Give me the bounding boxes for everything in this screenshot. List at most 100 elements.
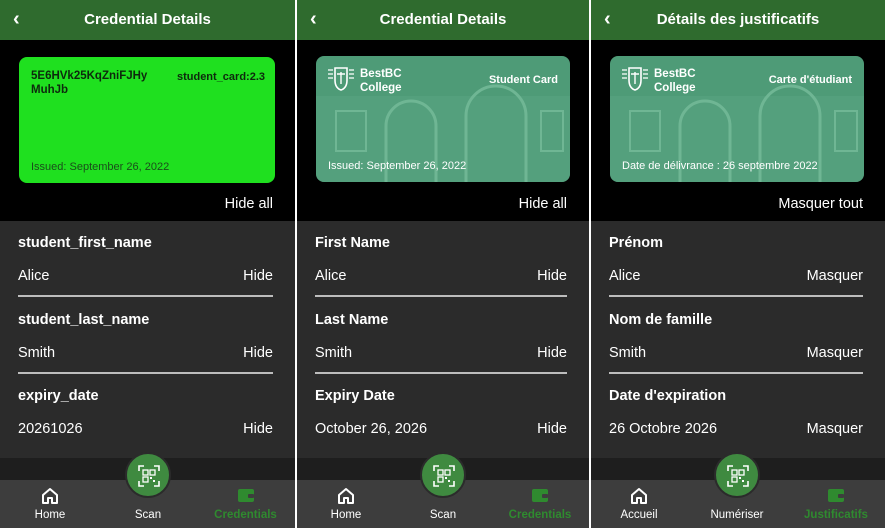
attribute-list: Prénom Alice Masquer Nom de famille Smit… [591, 221, 885, 458]
attribute-value: Alice [315, 268, 347, 284]
college-name: BestBC College [654, 67, 696, 95]
screen-credential-details: ‹ Credential Details BestBC College Stude… [297, 0, 589, 528]
hide-attribute-button[interactable]: Hide [243, 268, 273, 284]
wallet-icon [237, 489, 254, 502]
attribute-name: expiry_date [18, 388, 99, 404]
divider [609, 295, 863, 297]
nav-credentials-label: Credentials [214, 509, 277, 521]
attribute-row: Date d'expiration 26 Octobre 2026 Masque… [591, 374, 885, 452]
scan-qr-button[interactable] [714, 452, 760, 498]
attribute-row: student_first_name Alice Hide [0, 221, 295, 299]
hide-attribute-button[interactable]: Hide [243, 345, 273, 361]
nav-scan-label: Scan [134, 509, 162, 521]
credential-id: 5E6HVk25KqZniFJHyMuhJb [31, 70, 148, 96]
nav-credentials-label: Credentials [508, 509, 572, 521]
hide-all-button[interactable]: Masquer tout [778, 196, 863, 212]
attribute-name: Nom de famille [609, 312, 713, 328]
home-icon [338, 488, 354, 504]
divider [18, 295, 273, 297]
attribute-row: Prénom Alice Masquer [591, 221, 885, 299]
nav-home-label: Home [34, 509, 66, 521]
screen-credential-details-raw: ‹ Credential Details 5E6HVk25KqZniFJHyMu… [0, 0, 295, 528]
issued-date: Issued: September 26, 2022 [328, 160, 467, 172]
nav-home[interactable]: Home [0, 480, 100, 528]
nav-scan-label: Numériser [710, 509, 764, 521]
issued-date: Issued: September 26, 2022 [31, 161, 170, 173]
screen-credential-details-fr: ‹ Détails des justificatifs BestBC Colleg… [591, 0, 885, 528]
issued-date: Date de délivrance : 26 septembre 2022 [622, 160, 818, 172]
shield-book-icon [622, 67, 648, 91]
nav-home[interactable]: Home [297, 480, 395, 528]
hide-attribute-button[interactable]: Masquer [807, 345, 863, 361]
hide-all-button[interactable]: Hide all [519, 196, 567, 212]
hide-attribute-button[interactable]: Hide [243, 421, 273, 437]
hide-attribute-button[interactable]: Hide [537, 345, 567, 361]
credential-card: BestBC College Carte d'étudiant Date de d… [610, 56, 864, 182]
wallet-icon [532, 489, 548, 502]
attribute-name: Date d'expiration [609, 388, 727, 404]
nav-credentials[interactable]: Justificatifs [787, 480, 885, 528]
attribute-row: student_last_name Smith Hide [0, 298, 295, 376]
attribute-value: Alice [609, 268, 641, 284]
nav-home[interactable]: Accueil [591, 480, 687, 528]
hide-attribute-button[interactable]: Hide [537, 421, 567, 437]
nav-scan-label: Scan [429, 509, 457, 521]
attribute-row: Nom de famille Smith Masquer [591, 298, 885, 376]
credential-type: Carte d'étudiant [768, 74, 852, 86]
qr-code-icon [433, 465, 455, 487]
nav-credentials-label: Justificatifs [804, 509, 868, 521]
hide-attribute-button[interactable]: Masquer [807, 268, 863, 284]
attribute-value: Smith [609, 345, 647, 361]
credential-type: student_card:2.3 [176, 71, 265, 83]
attribute-row: First Name Alice Hide [297, 221, 589, 299]
attribute-row: Expiry Date October 26, 2026 Hide [297, 374, 589, 452]
home-icon [42, 488, 58, 504]
qr-code-icon [138, 465, 160, 487]
nav-credentials[interactable]: Credentials [491, 480, 589, 528]
page-title: Credential Details [84, 11, 211, 28]
credential-card-area: BestBC College Carte d'étudiant Date de d… [591, 40, 885, 221]
college-name-line2: College [360, 82, 402, 94]
hide-all-button[interactable]: Hide all [225, 196, 273, 212]
shield-book-icon [328, 67, 354, 91]
attribute-value: Alice [18, 268, 50, 284]
attribute-name: Prénom [609, 235, 663, 251]
attribute-name: student_last_name [18, 312, 150, 328]
page-title: Détails des justificatifs [656, 11, 820, 28]
attribute-list: First Name Alice Hide Last Name Smith Hi… [297, 221, 589, 458]
college-name-line1: BestBC [360, 68, 402, 80]
page-title: Credential Details [379, 11, 507, 28]
credential-card: BestBC College Student Card Issued: Septe… [316, 56, 570, 182]
attribute-value: 26 Octobre 2026 [609, 421, 718, 437]
attribute-row: Last Name Smith Hide [297, 298, 589, 376]
attribute-name: Last Name [315, 312, 389, 328]
attribute-value: Smith [315, 345, 353, 361]
college-name: BestBC College [360, 67, 402, 95]
attribute-name: First Name [315, 235, 390, 251]
wallet-icon [828, 489, 844, 502]
nav-credentials[interactable]: Credentials [196, 480, 295, 528]
divider [315, 295, 567, 297]
qr-code-icon [727, 465, 749, 487]
college-name-line2: College [654, 82, 696, 94]
app-header: ‹ Détails des justificatifs [591, 0, 885, 40]
app-header: ‹ Credential Details [0, 0, 295, 40]
credential-card: 5E6HVk25KqZniFJHyMuhJb student_card:2.3 … [19, 57, 275, 183]
attribute-name: Expiry Date [315, 388, 395, 404]
credential-card-area: BestBC College Student Card Issued: Septe… [297, 40, 589, 221]
attribute-row: expiry_date 20261026 Hide [0, 374, 295, 452]
scan-qr-button[interactable] [420, 452, 466, 498]
attribute-value: October 26, 2026 [315, 421, 428, 437]
college-name-line1: BestBC [654, 68, 696, 80]
attribute-value: Smith [18, 345, 56, 361]
hide-attribute-button[interactable]: Hide [537, 268, 567, 284]
app-header: ‹ Credential Details [297, 0, 589, 40]
attribute-list: student_first_name Alice Hide student_la… [0, 221, 295, 458]
attribute-value: 20261026 [18, 421, 83, 437]
scan-qr-button[interactable] [125, 452, 171, 498]
credential-card-area: 5E6HVk25KqZniFJHyMuhJb student_card:2.3 … [0, 40, 295, 221]
hide-attribute-button[interactable]: Masquer [807, 421, 863, 437]
credential-type: Student Card [488, 74, 558, 86]
nav-home-label: Home [330, 509, 362, 521]
home-icon [631, 488, 647, 504]
